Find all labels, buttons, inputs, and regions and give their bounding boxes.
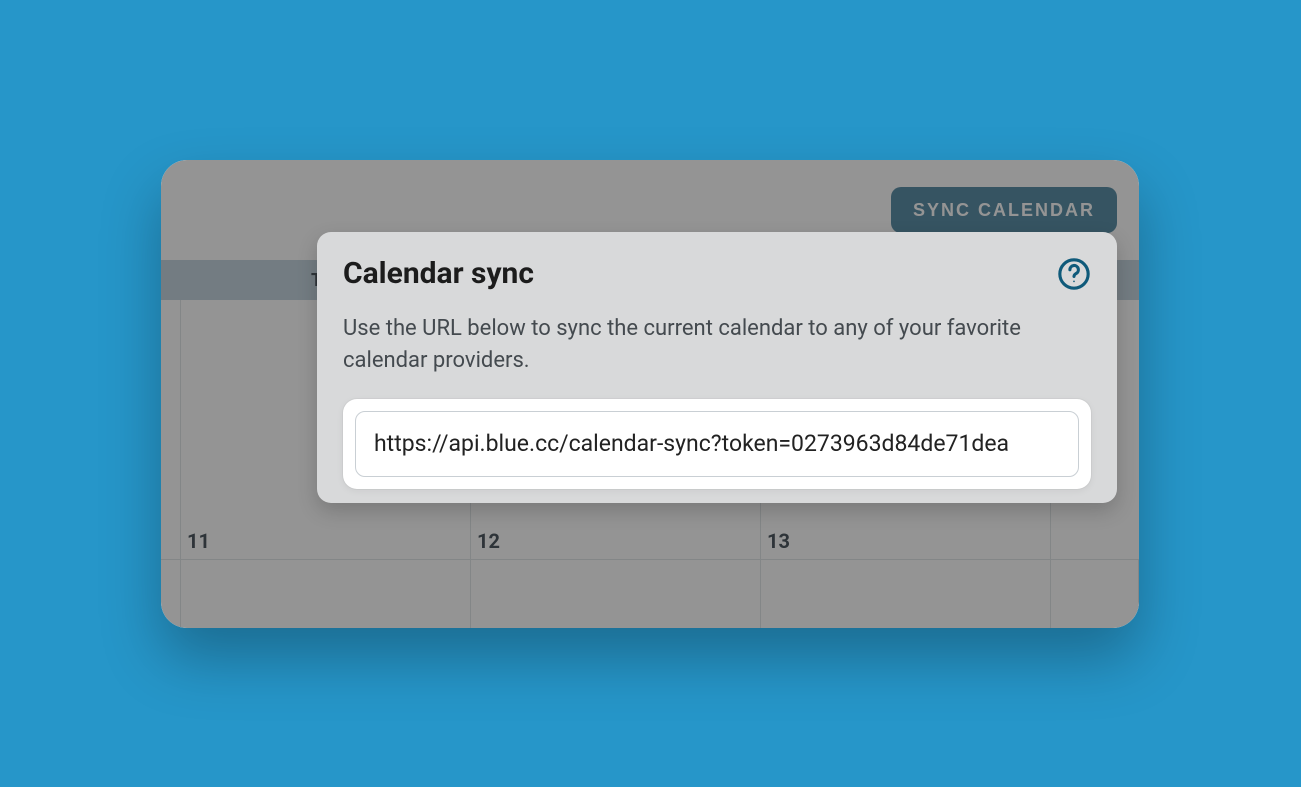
popover-title: Calendar sync <box>343 256 534 291</box>
popover-header: Calendar sync <box>343 256 1091 291</box>
help-icon[interactable] <box>1057 257 1091 291</box>
calendar-sync-popover: Calendar sync Use the URL below to sync … <box>317 232 1117 503</box>
sync-url-input[interactable] <box>355 411 1079 477</box>
sync-url-container <box>343 399 1091 489</box>
popover-description: Use the URL below to sync the current ca… <box>343 313 1091 377</box>
